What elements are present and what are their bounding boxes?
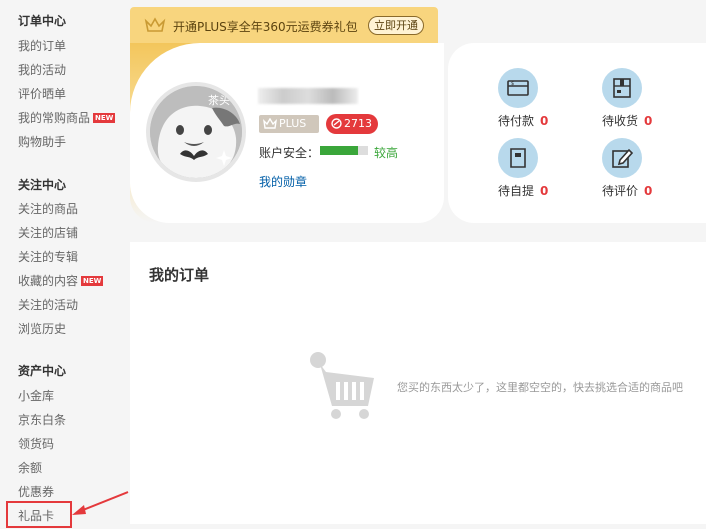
sidebar-item-coupons[interactable]: 优惠券 [18, 484, 54, 500]
avatar-face-icon: 茶头 [150, 86, 242, 178]
points-badge[interactable]: 2713 [326, 114, 378, 134]
pending-payment[interactable]: $ 待付款 0 [498, 68, 588, 132]
open-plus-button[interactable]: 立即开通 [368, 16, 424, 35]
security-level[interactable]: 较高 [374, 144, 398, 161]
review-edit-icon-circle [602, 138, 642, 178]
pending-payment-label: 待付款 0 [498, 114, 549, 128]
sidebar-item-reviews[interactable]: 评价晒单 [18, 86, 66, 102]
new-badge: NEW [93, 113, 116, 123]
pending-review[interactable]: 待评价 0 [602, 138, 692, 202]
sidebar-item-saved-content[interactable]: 收藏的内容 NEW [18, 273, 104, 289]
points-value: 2713 [344, 117, 372, 130]
crown-icon [144, 17, 166, 32]
sidebar-item-balance[interactable]: 余额 [18, 460, 42, 476]
package-icon [613, 78, 631, 98]
my-orders-title: 我的订单 [149, 266, 210, 284]
annotation-arrow-icon [72, 491, 129, 515]
sidebar-item-baitiao[interactable]: 京东白条 [18, 412, 66, 428]
plus-badge[interactable]: PLUS [259, 115, 319, 133]
sidebar-item-my-activities[interactable]: 我的活动 [18, 62, 66, 78]
pending-pickup[interactable]: 待自提 0 [498, 138, 588, 202]
pickup-bag-icon [510, 148, 526, 168]
order-status-panel: $ 待付款 0 待收货 0 待自提 0 待评价 0 [448, 43, 706, 223]
sidebar-item-followed-shops[interactable]: 关注的店铺 [18, 225, 78, 241]
sidebar-item-my-orders[interactable]: 我的订单 [18, 38, 66, 54]
pending-receipt-label: 待收货 0 [602, 114, 653, 128]
avatar-text: 茶头 [208, 94, 230, 107]
package-icon-circle [602, 68, 642, 108]
sidebar-item-label: 收藏的内容 [18, 274, 79, 288]
section-title-asset-center: 资产中心 [18, 364, 67, 378]
sidebar-item-pickup-code[interactable]: 领货码 [18, 436, 54, 452]
sidebar-item-browse-history[interactable]: 浏览历史 [18, 321, 66, 337]
pending-receipt[interactable]: 待收货 0 [602, 68, 692, 132]
plus-banner-text: 开通PLUS享全年360元运费券礼包 [173, 20, 358, 34]
plus-banner: 开通PLUS享全年360元运费券礼包 立即开通 [130, 7, 438, 43]
empty-orders-text: 您买的东西太少了，这里都空空的，快去挑选合适的商品吧 [397, 381, 683, 394]
sidebar-item-shopping-assistant[interactable]: 购物助手 [18, 134, 66, 150]
sidebar-item-label: 我的常购商品 [18, 111, 91, 125]
account-security-label: 账户安全： [259, 146, 320, 160]
pending-receipt-count: 0 [644, 114, 653, 128]
sidebar-item-vault[interactable]: 小金库 [18, 388, 54, 404]
review-edit-icon [612, 148, 633, 168]
jingdou-icon [331, 118, 342, 129]
sidebar-item-frequent-products[interactable]: 我的常购商品 NEW [18, 110, 116, 126]
sidebar-item-followed-products[interactable]: 关注的商品 [18, 201, 78, 217]
pending-pickup-label: 待自提 0 [498, 184, 549, 198]
wallet-icon-circle: $ [498, 68, 538, 108]
my-medals-link[interactable]: 我的勋章 [259, 173, 307, 190]
pending-payment-count: 0 [540, 114, 549, 128]
section-title-order-center: 订单中心 [18, 14, 67, 28]
sidebar: 订单中心 我的订单 我的活动 评价晒单 我的常购商品 NEW 购物助手 关注中心 … [0, 0, 122, 529]
my-orders-section: 我的订单 您买的东西太少了，这里都空空的，快去挑选合适的商品吧 [130, 242, 706, 524]
security-bar-fill [320, 146, 359, 155]
sidebar-item-followed-albums[interactable]: 关注的专辑 [18, 249, 78, 265]
crown-icon [263, 118, 277, 129]
pending-review-label: 待评价 0 [602, 184, 653, 198]
security-bar [320, 146, 368, 155]
svg-text:$: $ [511, 81, 514, 87]
section-title-follow-center: 关注中心 [18, 178, 67, 192]
pending-pickup-count: 0 [540, 184, 549, 198]
pending-review-count: 0 [644, 184, 653, 198]
avatar[interactable]: 茶头 [146, 82, 246, 182]
plus-badge-label: PLUS [279, 117, 307, 130]
sidebar-item-followed-activities[interactable]: 关注的活动 [18, 297, 78, 313]
wallet-icon: $ [507, 80, 529, 96]
empty-cart-icon [310, 352, 374, 419]
username-blurred [258, 88, 358, 104]
pickup-bag-icon-circle [498, 138, 538, 178]
new-badge: NEW [81, 276, 104, 286]
